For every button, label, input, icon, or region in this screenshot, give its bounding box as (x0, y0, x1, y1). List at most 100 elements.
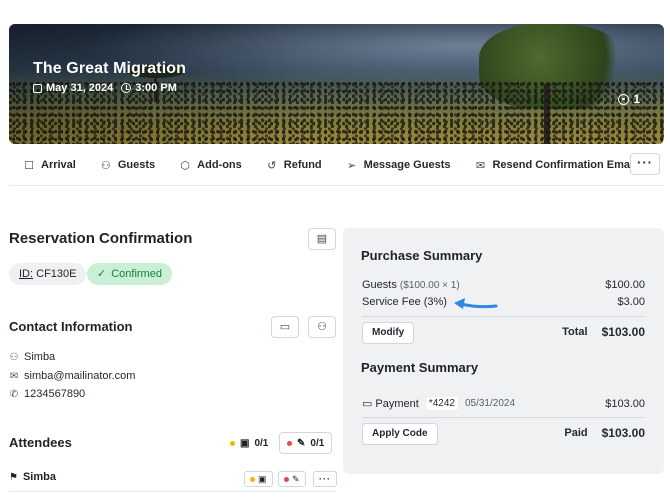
event-datetime: May 31, 2024 3:00 PM (33, 82, 177, 94)
contact-phone-row: ✆ 1234567890 (9, 388, 85, 400)
event-date: May 31, 2024 (46, 82, 114, 94)
paid-line: Paid $103.00 (564, 426, 645, 440)
message-contact-button[interactable]: ▭ (271, 316, 299, 338)
annotation-arrow-icon (454, 298, 498, 309)
contact-title: Contact Information (9, 319, 133, 334)
message-guests-label: Message Guests (363, 159, 451, 171)
total-line: Total $103.00 (562, 325, 645, 339)
resend-confirmation-button[interactable]: ✉ Resend Confirmation Email (462, 151, 648, 179)
box-icon: ⬡ (180, 159, 190, 172)
add-ons-label: Add-ons (197, 159, 242, 171)
reservation-id-label: ID: (19, 268, 34, 280)
guests-button[interactable]: ⚇ Guests (88, 151, 167, 179)
calendar-icon (33, 83, 42, 93)
pencil-icon: ✎ (297, 437, 306, 449)
guests-amount: $100.00 (605, 279, 645, 291)
guests-label: Guests (362, 279, 397, 291)
form-status-button[interactable]: ✎ 0/1 (279, 432, 333, 454)
send-icon: ➢ (347, 159, 357, 172)
refund-label: Refund (283, 159, 322, 171)
event-banner: The Great Migration May 31, 2024 3:00 PM… (9, 24, 664, 144)
document-icon: ▣ (240, 437, 250, 449)
service-fee-line: Service Fee (3%) $3.00 (362, 296, 645, 308)
attendees-title: Attendees (9, 435, 72, 450)
mail-icon: ✉ (475, 159, 486, 172)
guest-count: 1 (618, 92, 640, 106)
guests-detail: ($100.00 × 1) (399, 280, 460, 291)
reservation-id-value: CF130E (36, 268, 77, 280)
event-time: 3:00 PM (135, 82, 177, 94)
attendee-name: Simba (22, 471, 56, 483)
waiver-status: ▣ 0/1 (222, 432, 277, 454)
purchase-divider (362, 316, 645, 317)
payment-summary-title: Payment Summary (361, 360, 479, 375)
contact-name-row: ⚇ Simba (9, 351, 56, 363)
mail-icon: ✉ (9, 370, 19, 382)
status-badge: ✓ Confirmed (87, 263, 172, 285)
credit-card-icon: ▭ (362, 398, 373, 410)
edit-contact-button[interactable]: ⚇ (308, 316, 336, 338)
arrival-label: Arrival (41, 159, 76, 171)
person-icon: ⚇ (9, 351, 19, 363)
attendee-waiver-button[interactable]: ▣ (244, 471, 273, 487)
count-icon (618, 93, 630, 105)
add-ons-button[interactable]: ⬡ Add-ons (167, 151, 254, 179)
more-options-button[interactable]: ··· (630, 153, 660, 175)
arrival-button[interactable]: ☐ Arrival (9, 151, 88, 179)
apply-code-button[interactable]: Apply Code (362, 423, 438, 445)
payment-date: 05/31/2024 (464, 398, 516, 409)
phone-icon: ✆ (9, 388, 19, 400)
card-last4: *4242 (425, 397, 458, 410)
guests-label: Guests (117, 159, 156, 171)
attendee-form-button[interactable]: ✎ (278, 471, 306, 487)
clock-icon (121, 83, 132, 93)
flag-icon: ⚑ (9, 471, 18, 483)
red-dot (287, 440, 292, 446)
refund-button[interactable]: ↺ Refund (254, 151, 334, 179)
chat-icon: ▭ (279, 321, 291, 333)
yellow-dot (230, 440, 235, 446)
payment-divider (362, 417, 645, 418)
action-bar: ☐ Arrival ⚇ Guests ⬡ Add-ons ↺ Refund ➢ … (9, 151, 664, 179)
checkmark-icon: ✓ (97, 268, 107, 280)
yellow-dot (250, 476, 255, 482)
paid-label: Paid (564, 427, 588, 439)
red-dot (284, 476, 289, 482)
payment-label: Payment (375, 397, 419, 410)
payment-line: ▭ Payment *4242 05/31/2024 $103.00 (362, 397, 645, 410)
total-label: Total (562, 326, 588, 338)
refund-icon: ↺ (267, 159, 277, 172)
guests-line: Guests ($100.00 × 1) $100.00 (362, 279, 645, 291)
total-amount: $103.00 (601, 325, 645, 339)
contact-name: Simba (24, 351, 56, 363)
waiver-count: 0/1 (254, 437, 269, 449)
service-fee-amount: $3.00 (617, 296, 645, 308)
status-text: Confirmed (111, 268, 162, 280)
contact-email[interactable]: simba@mailinator.com (24, 370, 135, 382)
attendee-row-divider (9, 491, 336, 492)
document-icon: ▣ (258, 473, 267, 484)
modify-button[interactable]: Modify (362, 322, 415, 344)
attendee-more-button[interactable]: ··· (313, 471, 337, 487)
resend-confirmation-label: Resend Confirmation Email (492, 159, 637, 171)
event-title: The Great Migration (33, 60, 187, 77)
checkbox-icon: ☐ (24, 159, 34, 172)
contact-email-row: ✉ simba@mailinator.com (9, 370, 136, 382)
user-icon: ⚇ (317, 321, 327, 333)
paid-amount: $103.00 (601, 426, 645, 440)
header-divider (9, 185, 664, 186)
summary-panel: Purchase Summary Guests ($100.00 × 1) $1… (343, 228, 664, 474)
message-guests-button[interactable]: ➢ Message Guests (334, 151, 463, 179)
user-icon: ⚇ (100, 159, 111, 172)
reservation-id-badge: ID: CF130E (9, 263, 87, 285)
receipt-button[interactable]: ▤ (308, 228, 336, 250)
guest-count-value: 1 (633, 92, 640, 106)
attendee-row: ⚑ Simba (9, 471, 56, 483)
pencil-icon: ✎ (292, 473, 300, 484)
payment-amount: $103.00 (605, 397, 645, 410)
reservation-title: Reservation Confirmation (9, 230, 193, 247)
contact-phone[interactable]: 1234567890 (24, 388, 85, 400)
service-fee-label: Service Fee (3%) (362, 296, 447, 308)
form-count: 0/1 (310, 437, 325, 449)
receipt-icon: ▤ (316, 233, 328, 245)
